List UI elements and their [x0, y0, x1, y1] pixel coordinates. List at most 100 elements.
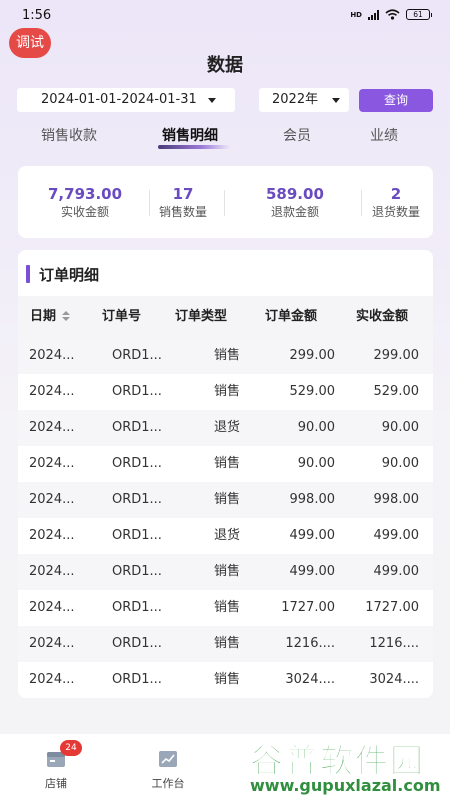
stat-refund-amount: 589.00 退款金额 [266, 186, 324, 220]
cell-received-amount: 90.00 [381, 420, 419, 435]
stat-value: 17 [172, 185, 194, 203]
column-received-amount: 实收金额 [356, 309, 409, 324]
tab-sales-receipts[interactable]: 销售收款 [41, 125, 97, 145]
column-order-amount: 订单金额 [265, 309, 318, 324]
nav-label: 店铺 [45, 777, 67, 790]
tab-performance[interactable]: 业绩 [370, 125, 398, 145]
stat-label: 销售数量 [159, 205, 208, 219]
section-title: 订单明细 [39, 266, 100, 284]
query-button[interactable]: 查询 [359, 89, 433, 112]
cell-date: 2024... [29, 420, 75, 435]
year-select[interactable]: 2022年 [259, 88, 349, 112]
cell-received-amount: 299.00 [373, 348, 420, 363]
cell-order-amount: 90.00 [297, 456, 335, 471]
cell-date: 2024... [29, 384, 75, 399]
cell-order-type: 退货 [213, 420, 240, 435]
cell-order-no: ORD1... [112, 600, 162, 615]
table-row[interactable]: 2024... ORD1... 销售 998.00 998.00 [18, 482, 433, 518]
column-date[interactable]: 日期 [30, 296, 71, 338]
divider [224, 190, 225, 216]
table-row[interactable]: 2024... ORD1... 销售 3024.... 3024.... [18, 662, 433, 698]
summary-card: 7,793.00 实收金额 17 销售数量 589.00 退款金额 2 退货数量 [18, 166, 433, 238]
stat-value: 2 [390, 185, 402, 203]
cell-date: 2024... [29, 564, 75, 579]
table-row[interactable]: 2024... ORD1... 销售 299.00 299.00 [18, 338, 433, 374]
cell-order-no: ORD1... [112, 492, 162, 507]
page-title: 数据 [207, 55, 243, 76]
filter-row: 2024-01-01-2024-01-31 2022年 查询 [0, 88, 450, 112]
notification-badge: 24 [60, 740, 82, 756]
cell-order-type: 销售 [213, 600, 240, 615]
tab-members[interactable]: 会员 [283, 125, 311, 145]
stat-received-amount: 7,793.00 实收金额 [48, 186, 122, 220]
caret-down-icon [332, 98, 340, 103]
divider [149, 190, 150, 216]
year-value: 2022年 [272, 92, 319, 107]
table-row[interactable]: 2024... ORD1... 退货 499.00 499.00 [18, 518, 433, 554]
cell-order-amount: 529.00 [289, 384, 336, 399]
network-type: HD [350, 10, 362, 19]
watermark-text: 谷普软件园 [250, 741, 425, 781]
cell-order-amount: 499.00 [289, 528, 336, 543]
nav-item-store[interactable]: 24 店铺 [26, 734, 86, 791]
cell-order-type: 销售 [213, 564, 240, 579]
cell-order-no: ORD1... [112, 564, 162, 579]
cell-date: 2024... [29, 600, 75, 615]
table-row[interactable]: 2024... ORD1... 销售 1727.00 1727.00 [18, 590, 433, 626]
watermark-logo: 谷普软件园 www.gupuxlazal.com [244, 732, 450, 800]
tab-sales-detail[interactable]: 销售明细 [162, 125, 218, 145]
cell-received-amount: 499.00 [373, 564, 420, 579]
stat-value: 589.00 [266, 185, 324, 203]
cell-order-type: 退货 [213, 528, 240, 543]
cell-order-type: 销售 [213, 492, 240, 507]
cell-order-type: 销售 [213, 384, 240, 399]
cell-received-amount: 1216.... [369, 636, 419, 651]
cell-date: 2024... [29, 636, 75, 651]
cell-order-no: ORD1... [112, 672, 162, 687]
table-row[interactable]: 2024... ORD1... 退货 90.00 90.00 [18, 410, 433, 446]
cell-order-amount: 1216.... [285, 636, 335, 651]
date-range-select[interactable]: 2024-01-01-2024-01-31 [17, 88, 235, 112]
chart-icon [159, 751, 177, 767]
nav-label: 工作台 [151, 777, 185, 790]
signal-icon [368, 9, 379, 20]
cell-date: 2024... [29, 456, 75, 471]
nav-item-workbench[interactable]: 工作台 [138, 734, 198, 791]
cell-order-type: 销售 [213, 456, 240, 471]
wifi-icon [385, 9, 400, 20]
cell-order-amount: 3024.... [285, 672, 335, 687]
table-row[interactable]: 2024... ORD1... 销售 90.00 90.00 [18, 446, 433, 482]
stat-return-quantity: 2 退货数量 [372, 186, 420, 220]
stat-value: 7,793.00 [48, 185, 123, 203]
cell-received-amount: 998.00 [373, 492, 420, 507]
cell-order-no: ORD1... [112, 420, 162, 435]
cell-order-no: ORD1... [112, 636, 162, 651]
cell-received-amount: 1727.00 [365, 600, 419, 615]
status-bar: 1:56 HD 61 [0, 0, 450, 30]
cell-received-amount: 529.00 [373, 384, 420, 399]
table-row[interactable]: 2024... ORD1... 销售 499.00 499.00 [18, 554, 433, 590]
cell-order-amount: 1727.00 [281, 600, 335, 615]
active-tab-indicator [158, 145, 230, 149]
column-date-label: 日期 [30, 309, 57, 324]
cell-order-type: 销售 [213, 636, 240, 651]
status-icons: HD 61 [350, 9, 432, 20]
date-range-value: 2024-01-01-2024-01-31 [41, 92, 197, 107]
table-row[interactable]: 2024... ORD1... 销售 1216.... 1216.... [18, 626, 433, 662]
cell-order-amount: 90.00 [297, 420, 335, 435]
cell-order-no: ORD1... [112, 528, 162, 543]
cell-date: 2024... [29, 672, 75, 687]
cell-order-no: ORD1... [112, 384, 162, 399]
cell-order-type: 销售 [213, 348, 240, 363]
watermark-url: www.gupuxlazal.com [250, 776, 441, 795]
cell-order-no: ORD1... [112, 456, 162, 471]
cell-received-amount: 90.00 [381, 456, 419, 471]
table-body: 2024... ORD1... 销售 299.00 299.00 2024... ORD1.… [18, 338, 433, 698]
cell-date: 2024... [29, 528, 75, 543]
table-row[interactable]: 2024... ORD1... 销售 529.00 529.00 [18, 374, 433, 410]
section-marker [26, 265, 30, 283]
caret-down-icon [208, 98, 216, 103]
cell-received-amount: 3024.... [369, 672, 419, 687]
battery-icon: 61 [406, 9, 432, 20]
cell-order-type: 销售 [213, 672, 240, 687]
